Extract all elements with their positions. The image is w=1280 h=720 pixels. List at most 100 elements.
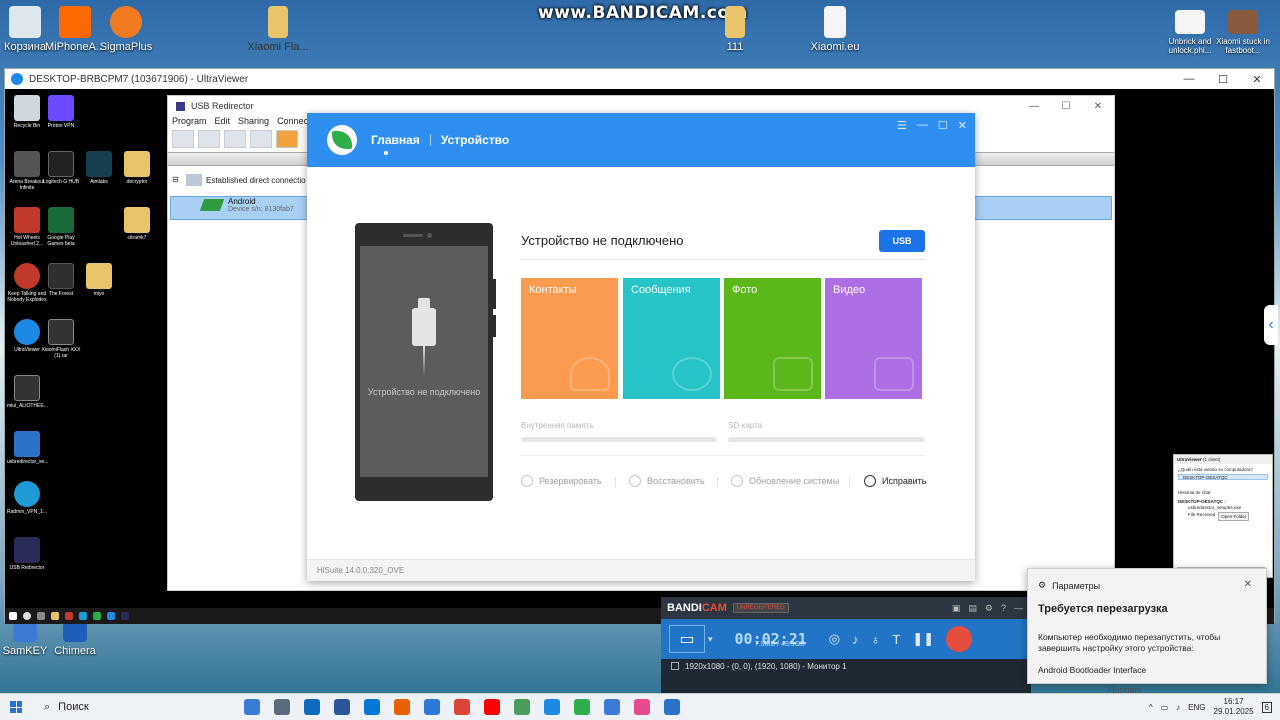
- remove-server-icon[interactable]: [198, 130, 220, 148]
- notification-count-badge[interactable]: 6: [1261, 701, 1272, 713]
- restore-action[interactable]: Восстановить: [629, 475, 705, 487]
- taskbar-app-icon[interactable]: [424, 699, 440, 715]
- maximize-button[interactable]: ☐: [1206, 73, 1240, 86]
- menu-sharing[interactable]: Sharing: [238, 116, 269, 128]
- tile-videos[interactable]: Видео: [825, 278, 922, 399]
- taskbar-app-icon[interactable]: [93, 612, 101, 620]
- remote-icon[interactable]: XiaomiFlash XXX (1).rar: [41, 319, 81, 359]
- taskbar-app-icon[interactable]: [574, 699, 590, 715]
- remote-icon[interactable]: Proton VPN: [41, 95, 81, 129]
- remote-icon[interactable]: Radmin_VPN_1...: [7, 481, 47, 515]
- remote-icon[interactable]: usbredirector_se...: [7, 431, 48, 465]
- open-folder-button[interactable]: Open Folder: [1218, 512, 1250, 521]
- minimize-button[interactable]: —: [1018, 101, 1050, 112]
- minimize-icon[interactable]: —: [1014, 603, 1023, 614]
- maximize-button[interactable]: ☐: [1050, 101, 1082, 112]
- taskbar-app-icon[interactable]: [244, 699, 260, 715]
- repair-action[interactable]: Исправить: [864, 475, 926, 487]
- host-icon-111[interactable]: 111: [700, 6, 770, 53]
- restart-notification[interactable]: ⚙ Параметры ✕ Требуется перезагрузка Ком…: [1027, 568, 1267, 684]
- bandicam-titlebar[interactable]: BANDICAM UNREGISTERED ▣ ▤ ⚙ ? —: [661, 597, 1031, 619]
- remote-desktop[interactable]: Recycle Bin Proton VPN Arena Breakout In…: [5, 89, 1278, 624]
- chat-titlebar[interactable]: UltraViewer (1 client): [1174, 455, 1272, 464]
- search-box[interactable]: ⌕ Поиск: [36, 694, 222, 720]
- add-server-icon[interactable]: [172, 130, 194, 148]
- disconnect-device-icon[interactable]: [250, 130, 272, 148]
- taskbar-app-icon[interactable]: [274, 699, 290, 715]
- taskbar-app-icon[interactable]: [65, 612, 73, 620]
- taskbar-app-icon[interactable]: [484, 699, 500, 715]
- tile-messages[interactable]: Сообщения: [623, 278, 720, 399]
- taskbar-app-icon[interactable]: [364, 699, 380, 715]
- text-icon[interactable]: T: [892, 632, 900, 647]
- taskbar-app-icon[interactable]: [107, 612, 115, 620]
- tree-node-android-device[interactable]: Android Device s/n: 8130fab7: [199, 197, 294, 213]
- host-icon-sigmaplus[interactable]: SigmaPlus: [91, 6, 161, 53]
- taskbar-app-icon[interactable]: [454, 699, 470, 715]
- taskbar-app-icon[interactable]: [664, 699, 680, 715]
- ultraviewer-titlebar[interactable]: DESKTOP-BRBCPM7 (103671906) - UltraViewe…: [5, 69, 1274, 89]
- chevron-left-icon[interactable]: ‹: [1264, 305, 1278, 345]
- connect-device-icon[interactable]: [224, 130, 246, 148]
- gear-icon[interactable]: ⚙: [985, 603, 993, 614]
- folder-icon[interactable]: ▤: [968, 603, 977, 614]
- taskbar-app-icon[interactable]: [79, 612, 87, 620]
- lock-icon[interactable]: ▣: [952, 603, 961, 614]
- network-icon[interactable]: ▭: [1161, 703, 1169, 712]
- taskbar-app-icon[interactable]: [51, 612, 59, 620]
- system-update-action[interactable]: Обновление системы: [731, 475, 839, 487]
- taskbar-app-icon[interactable]: [394, 699, 410, 715]
- taskbar-app-icon[interactable]: [334, 699, 350, 715]
- tile-contacts[interactable]: Контакты: [521, 278, 618, 399]
- remote-icon[interactable]: Aimlabs: [79, 151, 119, 185]
- remote-icon[interactable]: Google Play Games beta: [41, 207, 81, 247]
- taskbar-app-icon[interactable]: [514, 699, 530, 715]
- host-icon-xiaomi-flash[interactable]: Xiaomi Fla...: [243, 6, 313, 53]
- taskbar-app-icon[interactable]: [604, 699, 620, 715]
- webcam-icon[interactable]: ◎: [829, 631, 840, 647]
- help-icon[interactable]: ?: [1001, 603, 1006, 614]
- backup-action[interactable]: Резервировать: [521, 475, 602, 487]
- taskbar-app-icon[interactable]: [304, 699, 320, 715]
- host-icon-xiaomi-eu[interactable]: Xiaomi.eu: [800, 6, 870, 53]
- speaker-icon[interactable]: ♪: [1176, 703, 1180, 712]
- tab-device[interactable]: Устройство: [441, 133, 509, 147]
- tile-photos[interactable]: Фото: [724, 278, 821, 399]
- language-indicator[interactable]: ENG: [1188, 703, 1205, 712]
- tab-home[interactable]: Главная: [371, 133, 420, 147]
- capture-checkbox[interactable]: [671, 662, 679, 670]
- close-button[interactable]: ✕: [1082, 101, 1114, 112]
- screen-mode-button[interactable]: ▭: [669, 625, 705, 653]
- menu-edit[interactable]: Edit: [215, 116, 231, 128]
- close-button[interactable]: ✕: [958, 119, 967, 132]
- collapse-icon[interactable]: ⊟: [172, 175, 179, 184]
- remote-icon[interactable]: miyo: [79, 263, 119, 297]
- minimize-button[interactable]: —: [1172, 73, 1206, 86]
- chevron-down-icon[interactable]: ▾: [708, 634, 713, 645]
- start-icon[interactable]: [9, 612, 17, 620]
- record-button[interactable]: [946, 626, 973, 652]
- menu-program[interactable]: Program: [172, 116, 207, 128]
- menu-button[interactable]: ☰: [897, 119, 907, 132]
- clock[interactable]: 16:17 29.01.2025: [1214, 697, 1254, 717]
- microphone-icon[interactable]: ♁: [871, 632, 881, 647]
- maximize-button[interactable]: ☐: [938, 119, 948, 132]
- taskview-icon[interactable]: [37, 612, 45, 620]
- tree-node-connection[interactable]: Established direct connectio: [186, 174, 306, 186]
- host-icon-chimera[interactable]: Chimera: [40, 622, 110, 657]
- remote-icon[interactable]: miui_ALIOTHEE...: [7, 375, 48, 409]
- speaker-icon[interactable]: ♪: [852, 632, 859, 647]
- close-button[interactable]: ✕: [1240, 73, 1274, 86]
- search-icon[interactable]: [23, 612, 31, 620]
- chevron-up-icon[interactable]: ^: [1149, 703, 1153, 712]
- remote-icon[interactable]: USB Redirector: [7, 537, 47, 571]
- pause-button[interactable]: ❚❚: [912, 631, 934, 647]
- remote-icon[interactable]: decryptor: [117, 151, 157, 185]
- remote-icon[interactable]: Logitech G HUB: [41, 151, 81, 185]
- windows-start-icon[interactable]: [10, 701, 22, 713]
- usb-button[interactable]: USB: [879, 230, 925, 252]
- minimize-button[interactable]: —: [917, 119, 928, 132]
- auto-connect-icon[interactable]: [276, 130, 298, 148]
- taskbar-app-icon[interactable]: [544, 699, 560, 715]
- remote-icon[interactable]: citramk7: [117, 207, 157, 241]
